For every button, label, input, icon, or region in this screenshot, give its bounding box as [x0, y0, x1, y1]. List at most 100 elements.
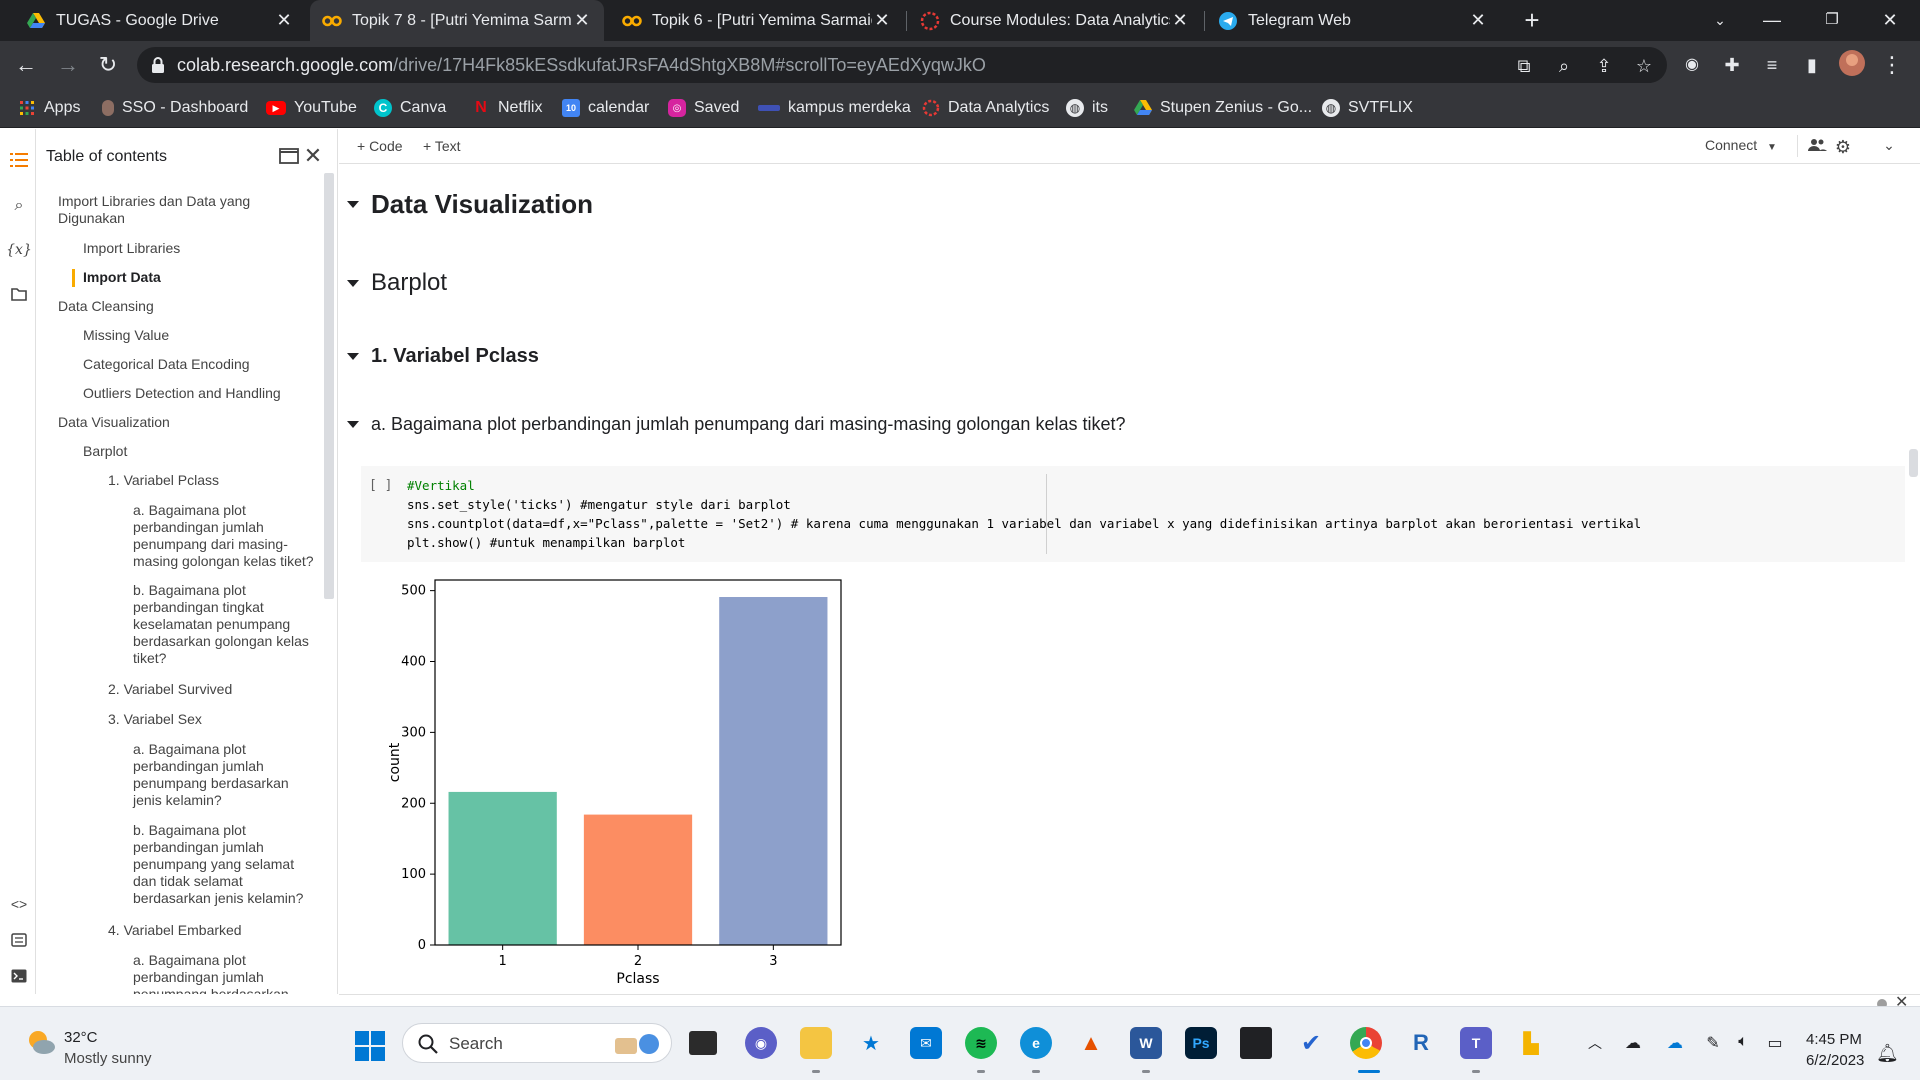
task-view-icon[interactable] [689, 1031, 717, 1055]
matlab-icon[interactable]: ▲ [1075, 1027, 1107, 1059]
code-snippets-icon[interactable]: <> [8, 893, 30, 915]
run-cell-button[interactable]: [ ] [369, 478, 392, 493]
connect-button[interactable]: Connect ▼ [1705, 137, 1777, 153]
toc-item-pclass-question-a[interactable]: a. Bagaimana plot perbandingan jumlah pe… [133, 502, 317, 570]
weather-description[interactable]: Mostly sunny [64, 1050, 152, 1067]
add-code-button[interactable]: + Code [357, 138, 403, 154]
clock-time[interactable]: 4:45 PM [1806, 1031, 1862, 1048]
toc-item-embarked-question-a[interactable]: a. Bagaimana plot perbandingan jumlah pe… [133, 952, 317, 994]
ms-store-icon[interactable]: ★ [855, 1027, 887, 1059]
toc-item-variabel-sex[interactable]: 3. Variabel Sex [108, 711, 202, 728]
bookmark-youtube[interactable]: ▶ YouTube [266, 88, 357, 128]
new-tab-button[interactable]: + [1518, 6, 1546, 34]
collapse-chevron-icon[interactable]: ⌄ [1879, 137, 1899, 157]
side-panel-icon[interactable]: ▮ [1796, 49, 1828, 81]
tab-search-chevron-icon[interactable]: ⌄ [1700, 6, 1740, 34]
close-tab-icon[interactable]: ✕ [274, 10, 294, 31]
address-bar[interactable]: colab.research.google.com/drive/17H4Fk85… [137, 47, 1667, 83]
toc-item-import-data[interactable]: Import Data [83, 269, 161, 286]
notification-bell-icon[interactable]: 🔔︎ [1876, 1043, 1899, 1064]
collapse-toggle-icon[interactable] [347, 201, 359, 208]
table-of-contents-icon[interactable] [8, 149, 30, 171]
window-close-icon[interactable]: ✕ [1870, 6, 1910, 34]
toc-item-barplot[interactable]: Barplot [83, 443, 127, 460]
bookmark-apps[interactable]: Apps [18, 88, 80, 128]
onedrive-icon[interactable]: ☁ [1664, 1033, 1686, 1053]
chrome-menu-icon[interactable]: ⋮ [1876, 49, 1908, 81]
bookmark-canva[interactable]: C Canva [374, 88, 446, 128]
share-icon[interactable]: ⇪ [1593, 55, 1615, 77]
add-text-button[interactable]: + Text [423, 138, 461, 154]
close-panel-icon[interactable]: ✕ [302, 143, 324, 169]
forward-arrow-icon[interactable]: → [52, 49, 84, 81]
windows-start-icon[interactable] [353, 1029, 387, 1063]
close-tab-icon[interactable]: ✕ [1170, 10, 1190, 31]
toc-item-data-cleansing[interactable]: Data Cleansing [58, 298, 154, 315]
taskbar-search-box[interactable]: Search [402, 1023, 672, 1063]
collapse-toggle-icon[interactable] [347, 421, 359, 428]
terminal-icon[interactable] [8, 965, 30, 987]
notebook-scrollbar[interactable] [1909, 449, 1918, 477]
weather-temperature[interactable]: 32°C [64, 1029, 98, 1046]
teams-icon[interactable]: T [1460, 1027, 1492, 1059]
tab-google-drive[interactable]: TUGAS - Google Drive ✕ [14, 0, 306, 41]
teams-chat-icon[interactable]: ◉ [745, 1027, 777, 1059]
toc-item-pclass-question-b[interactable]: b. Bagaimana plot perbandingan tingkat k… [133, 582, 317, 667]
share-people-icon[interactable] [1807, 137, 1827, 157]
toc-item-variabel-pclass[interactable]: 1. Variabel Pclass [108, 472, 219, 489]
sticky-notes-icon[interactable] [1240, 1027, 1272, 1059]
bookmark-sso-dashboard[interactable]: SSO - Dashboard [102, 88, 248, 128]
toc-item-import-libraries-dan-data[interactable]: Import Libraries dan Data yang Digunakan [58, 193, 288, 227]
bookmark-netflix[interactable]: N Netflix [472, 88, 542, 128]
tab-telegram-web[interactable]: Telegram Web ✕ [1206, 0, 1500, 41]
spotify-icon[interactable]: ≋ [965, 1027, 997, 1059]
toc-scrollbar[interactable] [324, 173, 334, 599]
mail-icon[interactable]: ✉ [910, 1027, 942, 1059]
weather-sun-icon[interactable] [24, 1025, 58, 1059]
volume-icon[interactable]: 🔈︎ [1732, 1033, 1754, 1051]
close-tab-icon[interactable]: ✕ [1468, 10, 1488, 31]
bookmark-calendar[interactable]: 10 calendar [562, 88, 649, 128]
extensions-puzzle-icon[interactable]: ✚ [1716, 49, 1748, 81]
close-tab-icon[interactable]: ✕ [572, 10, 592, 31]
bookmark-svtflix[interactable]: ◍ SVTFLIX [1322, 88, 1413, 128]
photoshop-icon[interactable]: Ps [1185, 1027, 1217, 1059]
bookmark-data-analytics[interactable]: Data Analytics [922, 88, 1049, 128]
translate-icon[interactable]: ⧉ [1513, 55, 1535, 77]
edge-icon[interactable]: e [1020, 1027, 1052, 1059]
open-in-tab-icon[interactable] [278, 145, 300, 167]
section-heading-variabel-pclass[interactable]: 1. Variabel Pclass [339, 345, 539, 368]
zoom-icon[interactable]: ⌕ [1553, 55, 1575, 77]
restore-icon[interactable]: ❐ [1812, 6, 1852, 34]
toc-item-categorical-data-encoding[interactable]: Categorical Data Encoding [83, 356, 250, 373]
back-arrow-icon[interactable]: ← [10, 49, 42, 81]
command-palette-icon[interactable] [8, 929, 30, 951]
network-sync-icon[interactable]: ☁ [1622, 1033, 1644, 1053]
toc-item-outliers-detection[interactable]: Outliers Detection and Handling [83, 385, 281, 402]
collapse-toggle-icon[interactable] [347, 279, 359, 287]
search-icon[interactable]: ⌕ [8, 195, 30, 217]
bookmark-kampus-merdeka[interactable]: kampus merdeka [758, 88, 911, 128]
bookmark-saved[interactable]: ◎ Saved [668, 88, 739, 128]
tab-colab-topik-6[interactable]: Topik 6 - [Putri Yemima Sarmaida ✕ [610, 0, 904, 41]
extension-icon[interactable]: ◉ [1676, 49, 1708, 81]
battery-icon[interactable]: ▭ [1764, 1033, 1786, 1053]
code-editor[interactable]: #Vertikal sns.set_style('ticks') #mengatu… [407, 476, 1641, 552]
settings-gear-icon[interactable]: ⚙ [1833, 137, 1853, 157]
close-tab-icon[interactable]: ✕ [872, 10, 892, 31]
bookmark-its[interactable]: ◍ its [1066, 88, 1108, 128]
toc-item-variabel-survived[interactable]: 2. Variabel Survived [108, 681, 232, 698]
section-heading-data-visualization[interactable]: Data Visualization [339, 189, 593, 220]
reload-icon[interactable]: ↻ [92, 49, 124, 81]
r-language-icon[interactable]: R [1405, 1027, 1437, 1059]
todo-icon[interactable]: ✔ [1295, 1027, 1327, 1059]
code-cell[interactable]: [ ] #Vertikal sns.set_style('ticks') #men… [361, 466, 1905, 562]
profile-avatar[interactable] [1836, 49, 1868, 81]
variables-icon[interactable]: {x} [6, 239, 32, 261]
toc-item-missing-value[interactable]: Missing Value [83, 327, 169, 344]
section-heading-question-a[interactable]: a. Bagaimana plot perbandingan jumlah pe… [339, 414, 1126, 435]
file-explorer-icon[interactable] [800, 1027, 832, 1059]
media-queue-icon[interactable]: ≡ [1756, 49, 1788, 81]
toc-item-sex-question-a[interactable]: a. Bagaimana plot perbandingan jumlah pe… [133, 741, 317, 809]
chrome-icon[interactable] [1350, 1027, 1382, 1059]
